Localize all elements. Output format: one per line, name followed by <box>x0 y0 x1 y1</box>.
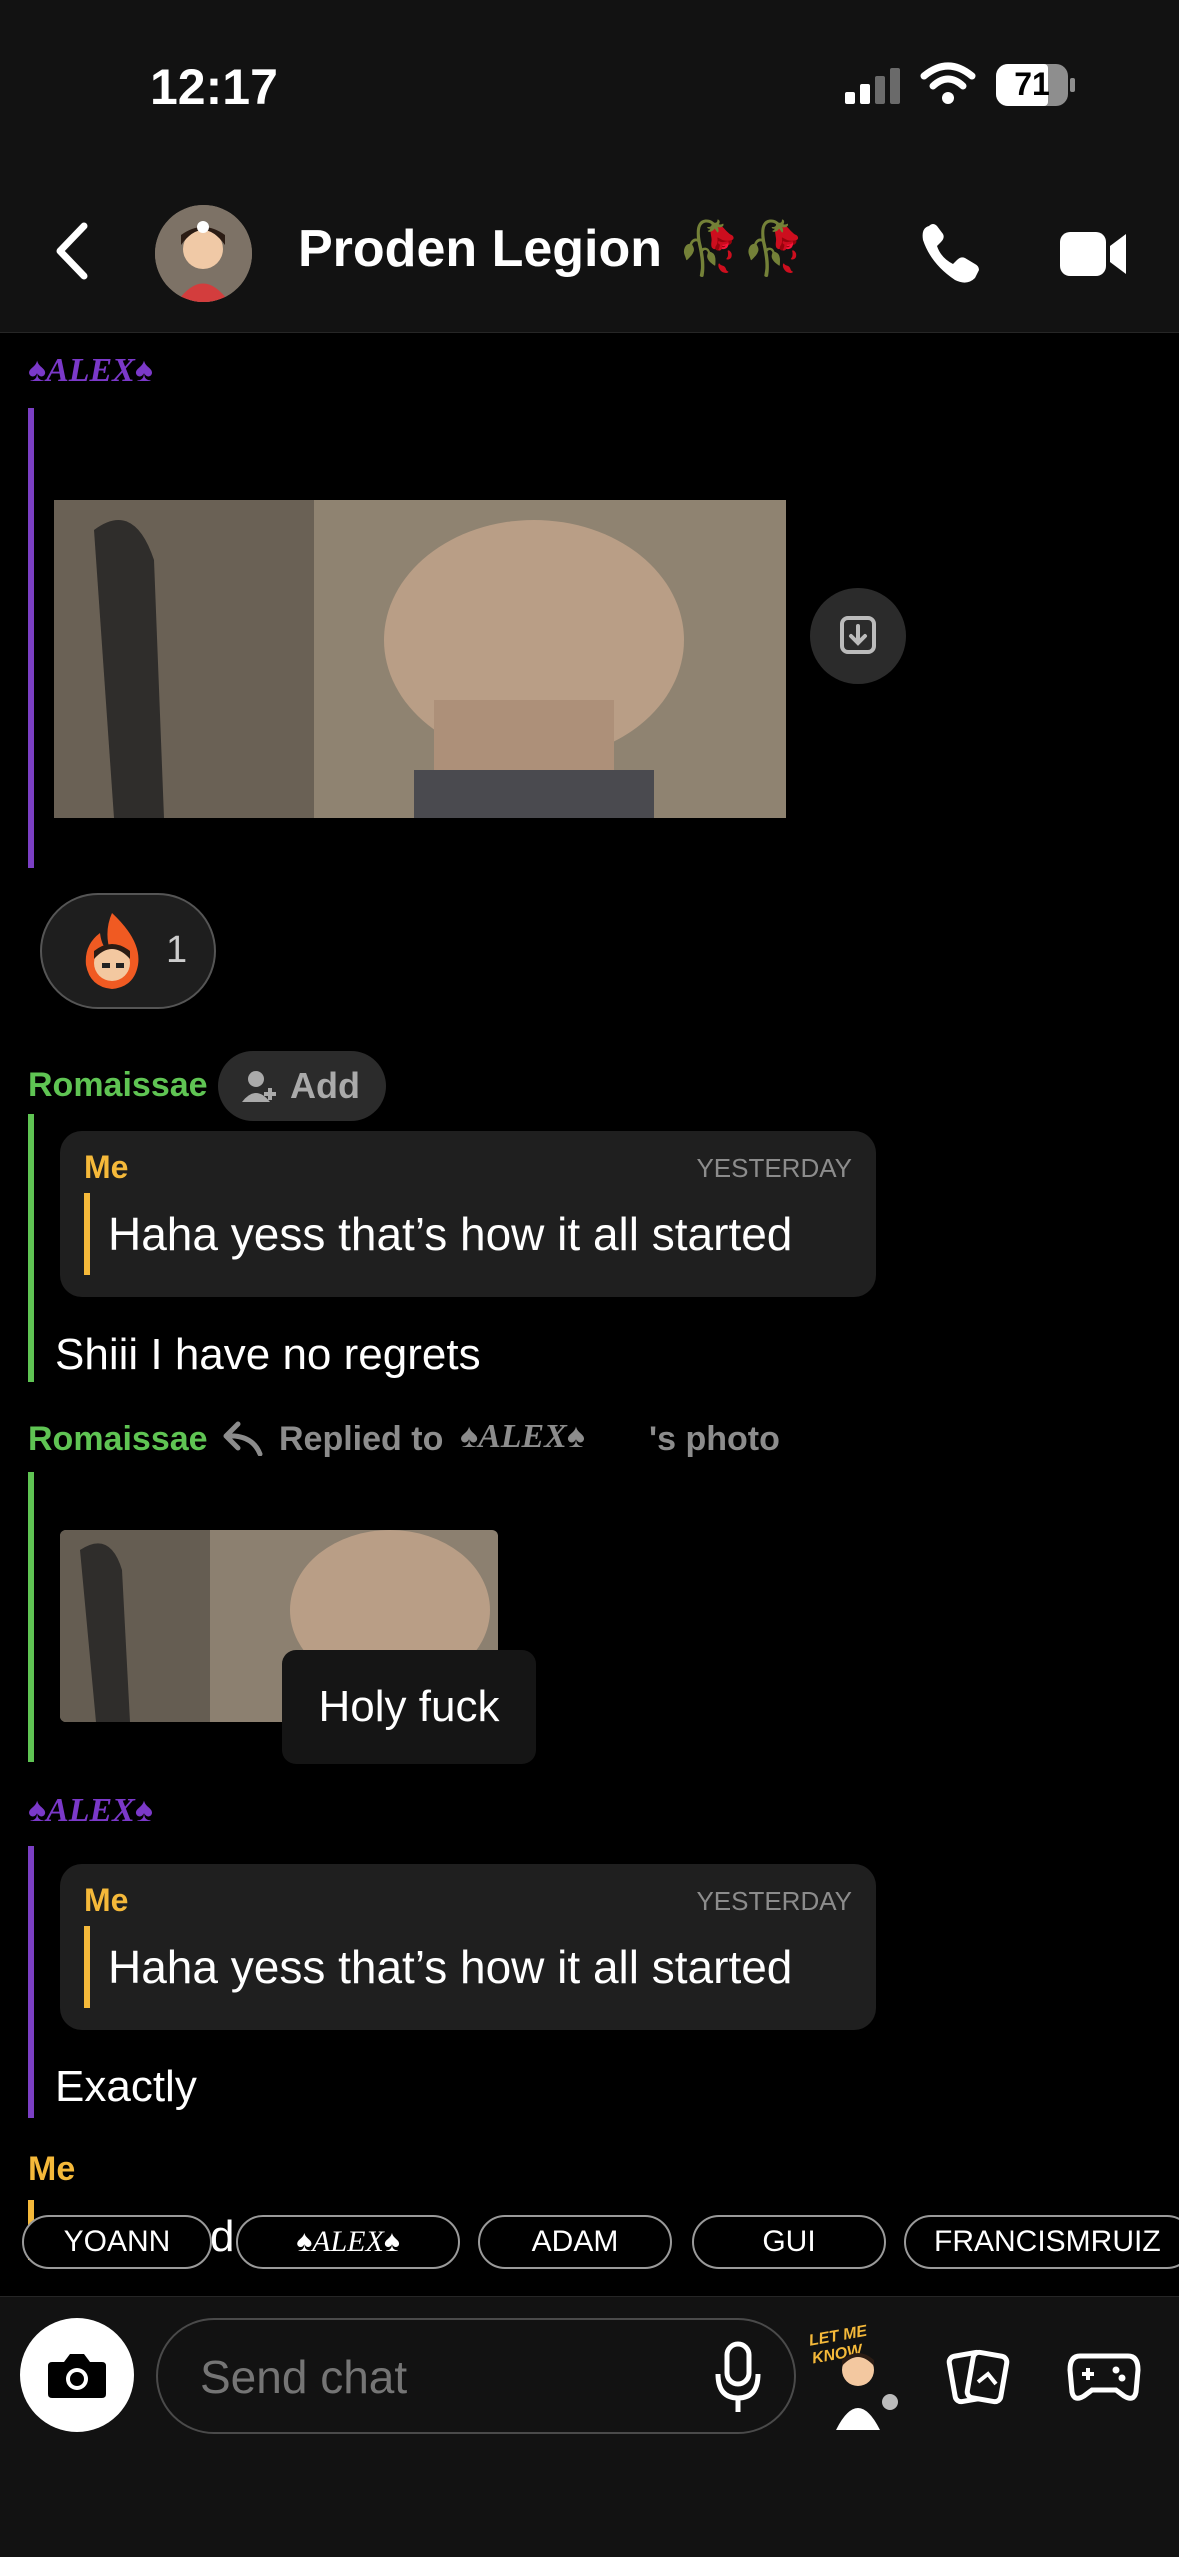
mention-chip-francismruiz[interactable]: FRANCISMRUIZ <box>904 2215 1179 2269</box>
chat-input-field[interactable] <box>198 2346 642 2408</box>
caption-text: Holy fuck <box>318 1682 500 1731</box>
call-button[interactable] <box>915 218 987 290</box>
memories-icon <box>946 2349 1010 2405</box>
sender-name-alex: ♠ALEX♠ <box>28 352 153 389</box>
quote-text: Haha yess that’s how it all started <box>108 1208 793 1260</box>
replied-label: Replied to <box>279 1420 444 1458</box>
bitmoji-sticker-button[interactable]: LET ME KNOW <box>808 2323 910 2432</box>
fire-bitmoji-icon <box>85 913 139 989</box>
message-bar <box>28 1846 34 2118</box>
add-friend-button[interactable]: Add <box>218 1051 386 1121</box>
add-label: Add <box>290 1065 360 1106</box>
save-to-chat-button[interactable] <box>810 588 906 684</box>
camera-button[interactable] <box>20 2318 134 2432</box>
mention-chip-yoann[interactable]: YOANN <box>22 2215 212 2269</box>
quote-bar <box>84 1926 90 2008</box>
message-bar <box>28 1114 34 1382</box>
status-time: 12:17 <box>150 59 278 115</box>
battery-level: 71 <box>1014 66 1050 102</box>
mention-chip-gui[interactable]: GUI <box>692 2215 886 2269</box>
mention-chip-adam[interactable]: ADAM <box>478 2215 672 2269</box>
reaction-pill[interactable]: 1 <box>40 893 216 1009</box>
quote-time: YESTERDAY <box>696 1886 852 1916</box>
quoted-message[interactable]: Me YESTERDAY Haha yess that’s how it all… <box>60 1131 876 1297</box>
sender-name-me: Me <box>28 2150 76 2188</box>
gamepad-icon <box>1067 2353 1141 2401</box>
video-call-button[interactable] <box>1058 228 1130 280</box>
reaction-count: 1 <box>166 929 188 971</box>
quoted-message[interactable]: Me YESTERDAY Haha yess that’s how it all… <box>60 1864 876 2030</box>
quote-sender: Me <box>84 1882 129 1918</box>
mention-chip-alex[interactable]: ♠ALEX♠ <box>236 2215 460 2269</box>
group-avatar[interactable] <box>155 205 252 302</box>
message-text-partial: d <box>210 2212 235 2261</box>
memories-button[interactable] <box>944 2342 1016 2419</box>
battery-icon: 71 <box>996 64 1075 106</box>
quote-time: YESTERDAY <box>696 1153 852 1183</box>
message-bar <box>28 1472 34 1762</box>
message-bar <box>28 408 34 868</box>
sender-name-alex: ♠ALEX♠ <box>28 1792 153 1829</box>
replied-suffix: 's photo <box>649 1420 780 1458</box>
message-text: Exactly <box>55 2062 197 2111</box>
reply-arrow-icon <box>222 1420 264 1461</box>
sender-name-romaissae: Romaissae <box>28 1066 208 1104</box>
chat-input[interactable] <box>156 2318 796 2434</box>
photo-caption: Holy fuck <box>282 1650 536 1764</box>
wifi-icon <box>920 62 976 111</box>
back-button[interactable] <box>48 220 98 282</box>
camera-icon <box>48 2354 106 2398</box>
games-button[interactable] <box>1066 2344 1142 2415</box>
add-friend-icon <box>242 1071 276 1102</box>
signal-icon <box>845 66 905 111</box>
quote-bar <box>84 1193 90 1275</box>
photo-message[interactable] <box>54 500 786 818</box>
bitmoji-icon <box>836 2353 898 2430</box>
sender-name-romaissae: Romaissae <box>28 1420 208 1458</box>
quote-sender: Me <box>84 1149 129 1185</box>
microphone-icon[interactable] <box>710 2340 766 2416</box>
replied-target: ♠ALEX♠ <box>460 1418 585 1455</box>
quote-text: Haha yess that’s how it all started <box>108 1941 793 1993</box>
chat-title[interactable]: Proden Legion 🥀🥀 <box>298 218 806 279</box>
download-icon <box>840 616 876 654</box>
message-text: Shiii I have no regrets <box>55 1330 481 1379</box>
